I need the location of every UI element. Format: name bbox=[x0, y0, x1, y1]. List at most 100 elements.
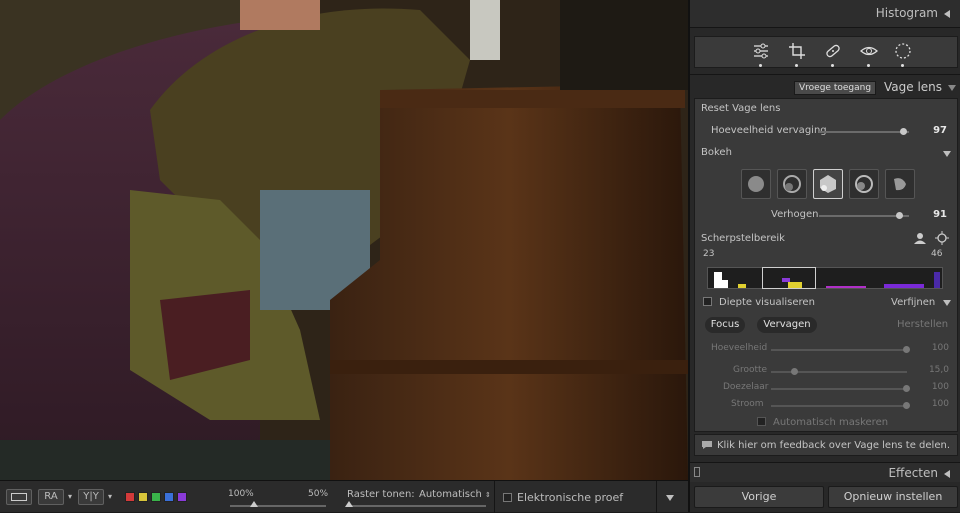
bokeh-blade-icon bbox=[820, 175, 836, 193]
soft-proof-label: Elektronische proef bbox=[517, 491, 624, 504]
lens-blur-header[interactable]: Vroege toegang Vage lens bbox=[690, 74, 960, 98]
feedback-link[interactable]: Klik hier om feedback over Vage lens te … bbox=[717, 440, 950, 451]
depth-range-histogram[interactable] bbox=[707, 267, 943, 289]
flow-thumb[interactable] bbox=[903, 402, 910, 409]
tool-indicator-dot bbox=[831, 64, 834, 67]
develop-right-panel: Histogram Vroege toegang Vage lens Reset… bbox=[688, 0, 960, 512]
flow-value[interactable]: 100 bbox=[927, 399, 949, 409]
subject-focus-icon[interactable] bbox=[913, 231, 927, 245]
chevron-down-icon[interactable]: ▾ bbox=[108, 492, 112, 501]
refine-label[interactable]: Verfijnen bbox=[891, 297, 935, 308]
depth-bar bbox=[714, 272, 722, 288]
blur-tab[interactable]: Vervagen bbox=[757, 317, 817, 333]
reset-lens-blur-link[interactable]: Reset Vage lens bbox=[701, 103, 780, 114]
reset-button[interactable]: Opnieuw instellen bbox=[828, 486, 958, 508]
color-swatch-red[interactable] bbox=[125, 491, 136, 502]
boost-thumb[interactable] bbox=[896, 212, 903, 219]
refine-amount-value[interactable]: 100 bbox=[927, 343, 949, 353]
flow-label: Stroom bbox=[731, 399, 764, 409]
feedback-bar[interactable]: Klik hier om feedback over Vage lens te … bbox=[694, 434, 958, 456]
auto-mask-checkbox[interactable] bbox=[757, 417, 766, 426]
masking-icon[interactable] bbox=[893, 41, 913, 61]
divider bbox=[656, 481, 657, 513]
previous-button[interactable]: Vorige bbox=[694, 486, 824, 508]
before-after-ra-button[interactable]: RA bbox=[38, 488, 64, 505]
color-swatch-purple[interactable] bbox=[177, 491, 188, 502]
sliders-icon[interactable] bbox=[751, 41, 771, 61]
effects-header[interactable]: Effecten bbox=[690, 462, 960, 482]
bokeh-bubble-button[interactable] bbox=[777, 169, 807, 199]
focus-tab[interactable]: Focus bbox=[705, 317, 745, 333]
bokeh-circle-button[interactable] bbox=[741, 169, 771, 199]
focus-range-selector[interactable] bbox=[762, 267, 816, 289]
refine-amount-thumb[interactable] bbox=[903, 346, 910, 353]
raster-slider[interactable] bbox=[348, 505, 486, 507]
raster-label: Raster tonen: bbox=[347, 489, 415, 500]
depth-bar bbox=[738, 284, 746, 288]
red-eye-icon[interactable] bbox=[859, 41, 879, 61]
zoom-slider[interactable] bbox=[230, 505, 326, 507]
blur-amount-label: Hoeveelheid vervaging bbox=[711, 125, 827, 136]
raster-select[interactable]: Automatisch ⇕ bbox=[419, 489, 491, 500]
blur-amount-slider[interactable] bbox=[819, 131, 909, 133]
tool-strip bbox=[694, 36, 958, 68]
healing-icon[interactable] bbox=[823, 41, 843, 61]
brush-size-label: Grootte bbox=[733, 365, 768, 375]
bokeh-ring-icon bbox=[855, 175, 873, 193]
depth-visualize-checkbox[interactable] bbox=[703, 297, 712, 306]
zoom-min-label: 100% bbox=[228, 489, 254, 499]
collapse-down-icon[interactable] bbox=[948, 85, 956, 91]
photo-canvas[interactable] bbox=[0, 0, 688, 480]
blur-amount-thumb[interactable] bbox=[900, 128, 907, 135]
color-swatch-green[interactable] bbox=[151, 491, 162, 502]
boost-label: Verhogen bbox=[771, 209, 819, 220]
flow-slider[interactable] bbox=[771, 405, 907, 407]
depth-visualize-label: Diepte visualiseren bbox=[719, 297, 815, 308]
bokeh-collapse-icon[interactable] bbox=[943, 151, 951, 157]
tool-indicator-dot bbox=[795, 64, 798, 67]
restore-button[interactable]: Herstellen bbox=[897, 319, 948, 330]
focus-range-min: 23 bbox=[703, 249, 715, 259]
panel-toggle-icon[interactable] bbox=[694, 467, 700, 477]
photo-image bbox=[0, 0, 688, 480]
histogram-title: Histogram bbox=[875, 6, 938, 20]
collapse-left-icon bbox=[944, 9, 950, 18]
refine-amount-slider[interactable] bbox=[771, 349, 907, 351]
bokeh-blade-button[interactable] bbox=[813, 169, 843, 199]
bokeh-cat-eye-button[interactable] bbox=[885, 169, 915, 199]
soft-proof-checkbox[interactable] bbox=[503, 493, 512, 502]
bokeh-label: Bokeh bbox=[701, 147, 732, 158]
brush-size-value[interactable]: 15,0 bbox=[927, 365, 949, 375]
auto-mask-label: Automatisch maskeren bbox=[773, 417, 889, 428]
bokeh-bubble-icon bbox=[783, 175, 801, 193]
histogram-header[interactable]: Histogram bbox=[690, 0, 960, 28]
refine-collapse-icon[interactable] bbox=[943, 300, 951, 306]
chevron-down-icon[interactable]: ▾ bbox=[68, 492, 72, 501]
before-after-yy-button[interactable]: Y|Y bbox=[78, 488, 105, 505]
color-swatch-blue[interactable] bbox=[164, 491, 175, 502]
feather-thumb[interactable] bbox=[903, 385, 910, 392]
loupe-view-button[interactable] bbox=[6, 488, 32, 505]
loupe-view-icon bbox=[11, 492, 27, 501]
color-swatch-yellow[interactable] bbox=[138, 491, 149, 502]
zoom-max-label: 50% bbox=[308, 489, 329, 499]
bokeh-circle-icon bbox=[748, 176, 764, 192]
boost-value[interactable]: 91 bbox=[921, 209, 947, 220]
depth-bar bbox=[884, 284, 924, 288]
zoom-slider-thumb[interactable] bbox=[250, 501, 258, 507]
feather-slider[interactable] bbox=[771, 388, 907, 390]
bokeh-cat-eye-icon bbox=[894, 178, 906, 191]
bottom-toolbar: RA ▾ Y|Y ▾ 100% 50% Raster tonen: Automa… bbox=[0, 480, 688, 513]
bokeh-ring-button[interactable] bbox=[849, 169, 879, 199]
color-label-swatches bbox=[122, 491, 188, 502]
raster-slider-thumb[interactable] bbox=[345, 501, 353, 507]
feather-value[interactable]: 100 bbox=[927, 382, 949, 392]
depth-bar bbox=[826, 286, 866, 288]
point-focus-icon[interactable] bbox=[935, 231, 949, 245]
raster-value: Automatisch bbox=[419, 489, 482, 500]
blur-amount-value[interactable]: 97 bbox=[921, 125, 947, 136]
crop-icon[interactable] bbox=[787, 41, 807, 61]
chat-bubble-icon bbox=[702, 441, 712, 449]
brush-size-thumb[interactable] bbox=[791, 368, 798, 375]
toolbar-menu-chevron-icon[interactable] bbox=[666, 495, 674, 501]
